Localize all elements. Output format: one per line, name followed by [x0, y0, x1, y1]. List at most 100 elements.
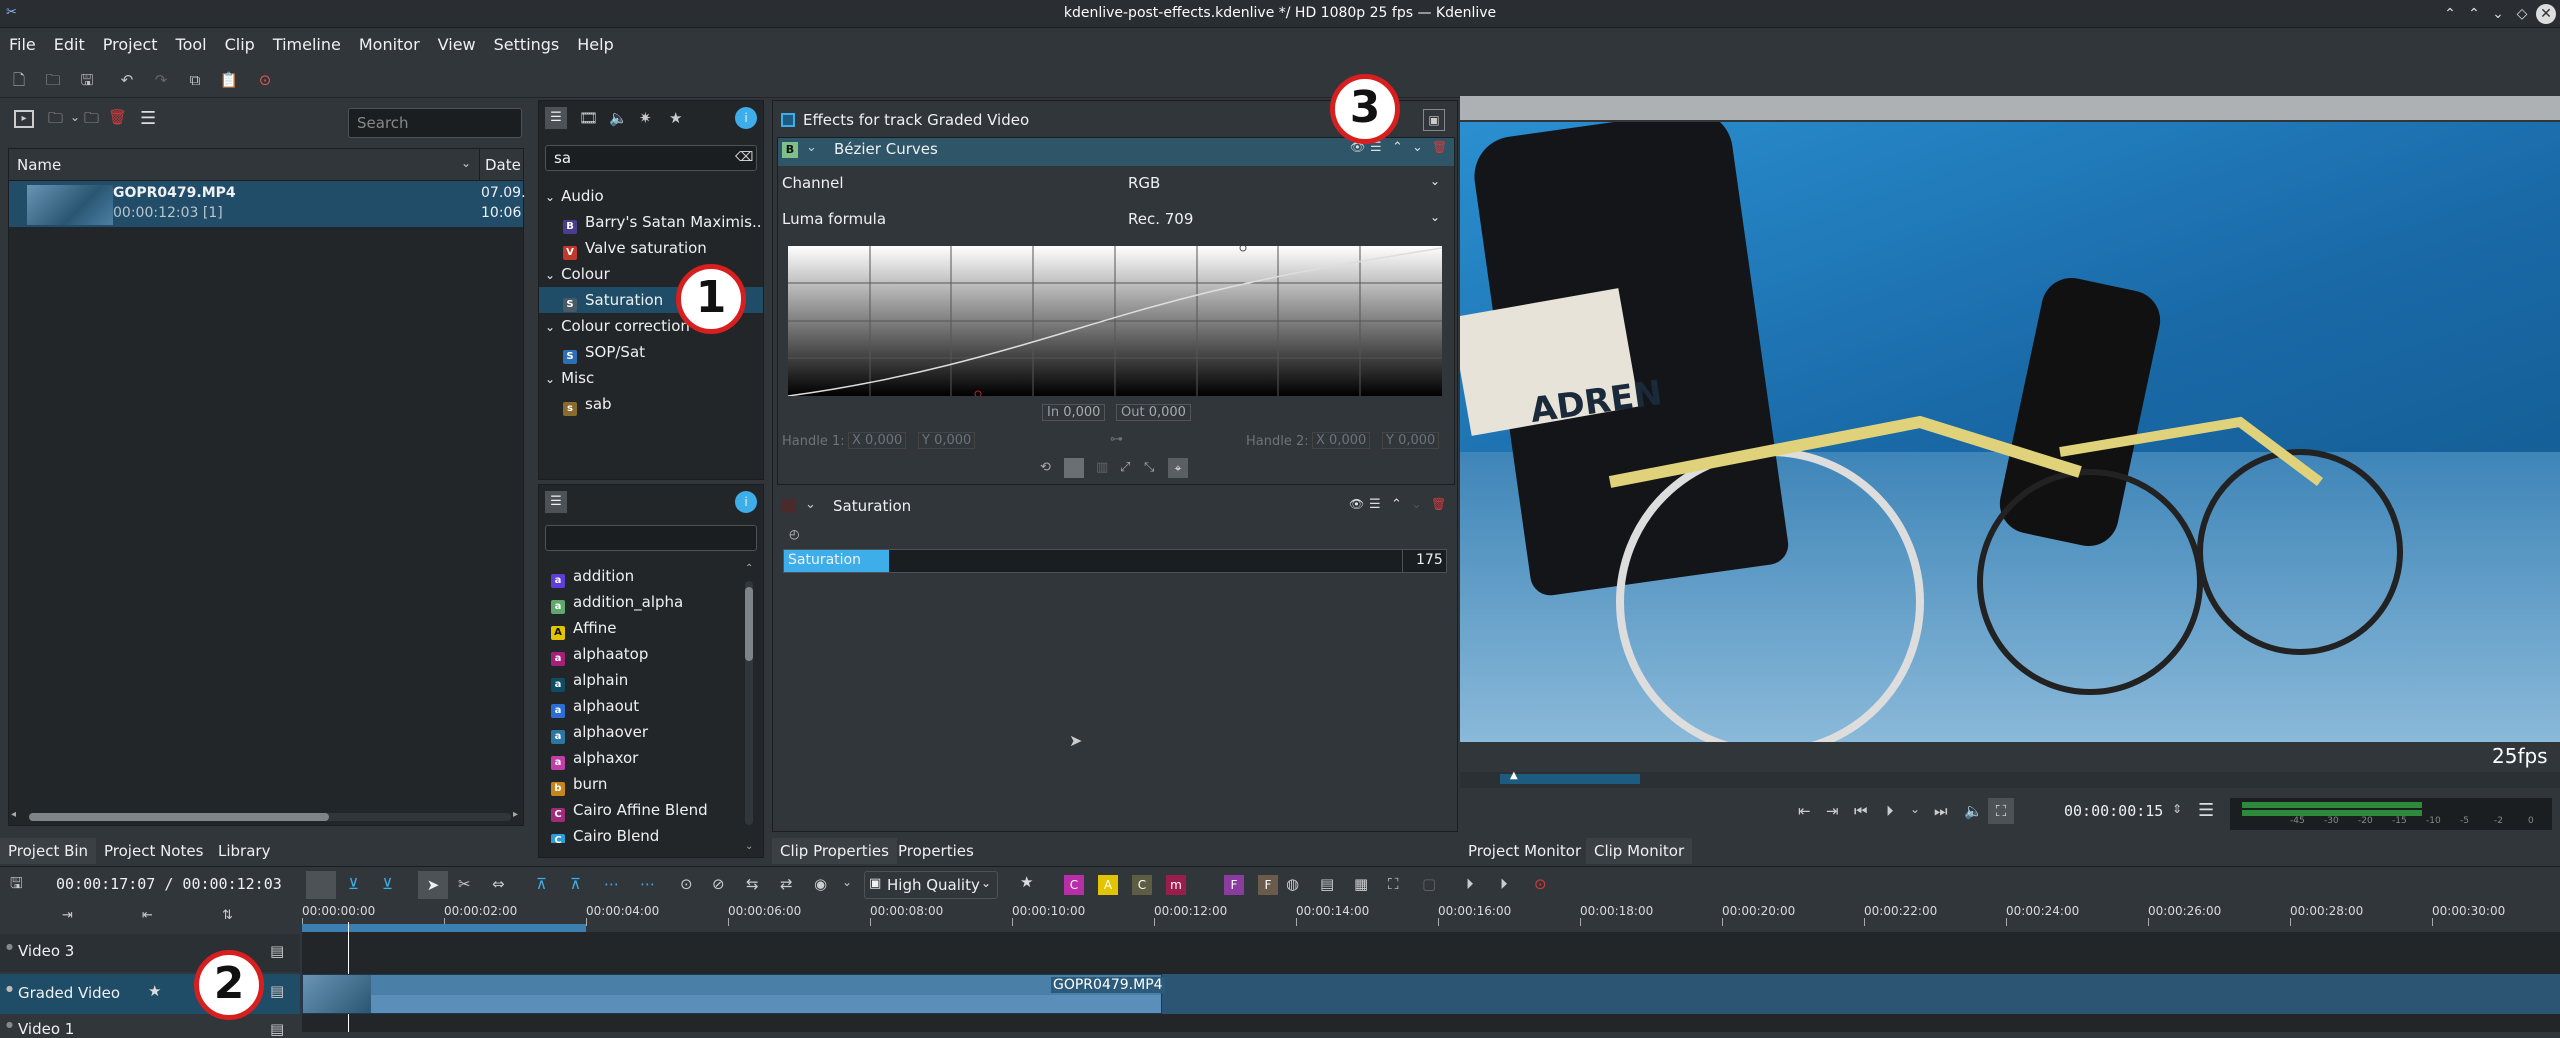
- move-up-icon[interactable]: ⌃: [1392, 140, 1403, 155]
- favorite-icon[interactable]: ★: [1020, 873, 1033, 891]
- track-lock-icon[interactable]: ▤: [270, 982, 284, 1000]
- set-zone-in-icon[interactable]: ⇤: [1798, 802, 1811, 820]
- volume-icon[interactable]: 🔈: [1964, 802, 1983, 820]
- play-all-icon[interactable]: ⏵: [1500, 875, 1508, 893]
- transition-item[interactable]: a alphaout: [539, 693, 745, 719]
- column-date[interactable]: Date: [485, 156, 521, 174]
- menu-project[interactable]: Project: [94, 28, 167, 62]
- color-icon[interactable]: ◍: [1286, 875, 1299, 893]
- transition-item[interactable]: A Affine: [539, 615, 745, 641]
- redo-icon[interactable]: ↷: [148, 67, 174, 93]
- fit-zoom-icon[interactable]: ⛶: [1388, 875, 1399, 893]
- guide-marker-button[interactable]: A: [1098, 875, 1118, 895]
- grid-icon[interactable]: ▥: [1096, 460, 1108, 475]
- info-icon[interactable]: i: [735, 107, 757, 129]
- monitor-menu-icon[interactable]: ☰: [2198, 800, 2214, 821]
- fit-icon[interactable]: ⌖: [1168, 458, 1188, 478]
- open-folder-icon[interactable]: 🗀: [40, 67, 66, 93]
- handle2-y[interactable]: Y 0,000: [1382, 432, 1440, 449]
- paste-icon[interactable]: 📋: [216, 67, 242, 93]
- delete-effect-icon[interactable]: 🗑: [1431, 497, 1446, 511]
- out-field[interactable]: Out 0,000: [1116, 404, 1191, 421]
- effect-group[interactable]: ⌄ Misc: [539, 365, 763, 391]
- timeline-zone[interactable]: [302, 924, 586, 932]
- keyframe-icon[interactable]: ◴: [789, 527, 799, 541]
- save-icon[interactable]: 🖫: [74, 67, 100, 93]
- close-icon[interactable]: ✕: [2536, 4, 2556, 24]
- scroll-down-icon[interactable]: ⌄: [745, 841, 753, 852]
- menu-monitor[interactable]: Monitor: [350, 28, 429, 62]
- column-name[interactable]: Name: [17, 156, 61, 174]
- transition-item[interactable]: C Cairo Affine Blend: [539, 797, 745, 823]
- clear-search-icon[interactable]: ⌫: [735, 150, 753, 165]
- tab-clip-properties[interactable]: Clip Properties: [772, 838, 897, 864]
- add-folder-icon[interactable]: 🗀: [48, 108, 63, 133]
- chevron-down-icon[interactable]: ⌄: [842, 875, 852, 889]
- copy-icon[interactable]: ⧉: [182, 67, 208, 93]
- bin-scrollbar[interactable]: [29, 813, 511, 821]
- sort-chevron-icon[interactable]: ⌄: [461, 156, 471, 170]
- effects-search-input[interactable]: sa: [545, 145, 757, 171]
- disabled-tool-icon[interactable]: ▢: [1422, 875, 1436, 893]
- lift-zone-icon[interactable]: ⊼: [570, 875, 581, 893]
- collapse-tracks-icon[interactable]: ⇅: [222, 908, 233, 923]
- add-clip-icon[interactable]: ▸: [14, 110, 34, 128]
- audio-effects-icon[interactable]: 🔈: [609, 109, 628, 127]
- effect-menu-icon[interactable]: ☰: [1369, 497, 1381, 512]
- saturation-value[interactable]: 175: [1416, 552, 1443, 568]
- tab-project-bin[interactable]: Project Bin: [0, 838, 97, 864]
- keep-above-icon[interactable]: ⌃: [2440, 4, 2460, 24]
- timeline-ruler[interactable]: 00:00:00:00 00:00:02:00 00:00:04:00 00:00:0…: [302, 902, 2560, 932]
- menu-view[interactable]: View: [429, 28, 485, 62]
- select-tool-icon[interactable]: ➤: [418, 871, 448, 899]
- handle1-x[interactable]: X 0,000: [848, 432, 907, 449]
- quality-select[interactable]: ▣ High Quality ⌄: [864, 871, 998, 899]
- menu-help[interactable]: Help: [568, 28, 622, 62]
- effect-item[interactable]: B Barry's Satan Maximis...: [539, 209, 763, 235]
- track-lock-icon[interactable]: ▤: [270, 1020, 284, 1038]
- transition-item[interactable]: a addition_alpha: [539, 589, 745, 615]
- transition-item[interactable]: a alphaxor: [539, 745, 745, 771]
- thumbnails-icon[interactable]: ▦: [1354, 875, 1368, 893]
- transitions-scrollbar[interactable]: [745, 581, 753, 825]
- transition-item[interactable]: a alphaover: [539, 719, 745, 745]
- razor-tool-icon[interactable]: ✂: [458, 875, 471, 893]
- list-view-icon[interactable]: ☰: [545, 491, 567, 513]
- link-handles-icon[interactable]: ⊶: [1110, 432, 1123, 447]
- transitions-search-input[interactable]: [545, 525, 757, 551]
- timeline-clip[interactable]: GOPR0479.MP4: [302, 974, 1165, 1014]
- chevron-down-icon[interactable]: ⌄: [1910, 802, 1920, 816]
- add-track-icon[interactable]: ⇥: [62, 908, 73, 923]
- track-video1[interactable]: ● Video 1 ▤: [0, 1018, 300, 1038]
- transition-item[interactable]: b burn: [539, 771, 745, 797]
- info-icon[interactable]: i: [735, 491, 757, 513]
- split-icon[interactable]: ⇤: [142, 908, 153, 923]
- spin-icon[interactable]: ⇕: [2172, 802, 2182, 816]
- undo-icon[interactable]: ↶: [114, 67, 140, 93]
- menu-timeline[interactable]: Timeline: [264, 28, 350, 62]
- channel-select[interactable]: RGB ⌄: [1122, 170, 1452, 198]
- guide-marker-button[interactable]: C: [1064, 875, 1084, 895]
- video-effects-icon[interactable]: 🎞: [579, 109, 598, 127]
- transition-item[interactable]: a alphaatop: [539, 641, 745, 667]
- rewind-icon[interactable]: ⏮: [1854, 802, 1868, 820]
- favorite-effects-icon[interactable]: ★: [669, 109, 682, 127]
- guide-marker-button[interactable]: C: [1132, 875, 1152, 895]
- guide-marker-button[interactable]: F: [1258, 875, 1278, 895]
- zone-icon[interactable]: ⋯: [604, 875, 619, 893]
- clip-folder-icon[interactable]: 🗀: [84, 108, 99, 133]
- menu-icon[interactable]: ☰: [140, 108, 156, 129]
- in-field[interactable]: In 0,000: [1042, 404, 1106, 421]
- bin-search-input[interactable]: Search: [348, 108, 522, 138]
- move-down-icon[interactable]: ⌄: [1411, 497, 1422, 512]
- move-down-icon[interactable]: ⌄: [1412, 140, 1423, 155]
- zoom-out-icon[interactable]: ⤡: [1144, 460, 1154, 475]
- guide-marker-button[interactable]: m: [1166, 875, 1186, 895]
- bin-clip-row[interactable]: GOPR0479.MP4 00:00:12:03 [1] 07.09. 10:0…: [9, 181, 526, 227]
- zoom-in-icon[interactable]: ⤢: [1120, 460, 1130, 475]
- set-zone-out-icon[interactable]: ⇥: [1826, 802, 1839, 820]
- timeline-timecode[interactable]: 00:00:17:07 / 00:00:12:03: [56, 875, 282, 893]
- overwrite-icon[interactable]: ⊻: [348, 875, 359, 893]
- record-icon[interactable]: ⊙: [252, 67, 278, 93]
- multitrack-icon[interactable]: ⇄: [780, 875, 793, 893]
